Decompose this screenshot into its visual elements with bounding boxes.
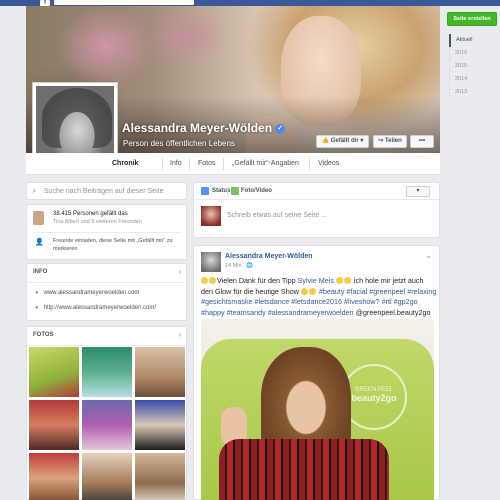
chevron-down-icon[interactable]: ⌄ [425,251,432,260]
globe-icon: 🌐 [246,263,254,269]
like-button-label: Gefällt dir [330,138,359,144]
post-as-selector[interactable]: ▾ [406,186,430,197]
likes-card: 38.415 Personen gefällt das Tina Albert … [26,204,187,260]
chevron-right-icon[interactable]: › [178,330,181,339]
post-timestamp-text: 14 Min · [225,263,247,269]
tab-likes[interactable]: „Gefällt mir“-Angaben [232,160,299,167]
page-category: Person des öffentlichen Lebens [123,139,235,148]
divider [27,345,186,346]
website-link[interactable]: ● www.alessandrameyerwoelden.com [35,290,139,296]
page-name-text: Alessandra Meyer-Wölden [122,121,273,135]
photo-thumbnail[interactable] [29,400,79,450]
smiley-emoji-icon [335,277,343,284]
photos-heading[interactable]: FOTOS [33,332,54,338]
user-avatar [201,206,221,226]
photo-thumbnail[interactable] [82,400,132,450]
verified-badge-icon: ✓ [275,123,286,134]
info-heading[interactable]: INFO [33,269,47,275]
timeline-item-2015[interactable]: 2015 [449,60,497,73]
create-page-button[interactable]: Seite erstellen [447,12,497,26]
thumbs-up-icon: 👍 [321,138,331,144]
tab-videos[interactable]: Videos [318,160,339,167]
post-photo[interactable]: GREEN PEEL beauty2go [201,319,434,500]
post-author[interactable]: Alessandra Meyer-Wölden [225,253,313,260]
chevron-right-icon[interactable]: › [178,267,181,276]
post-text: Vielen Dank für den Tipp Sylvie Meis ich… [201,276,437,318]
photo-thumbnail[interactable] [135,453,185,500]
info-card: INFO › ● www.alessandrameyerwoelden.com ●… [26,263,187,321]
page-tabs: Chronik Info Fotos „Gefällt mir“-Angaben… [26,153,440,175]
website-link-text: www.alessandrameyerwoelden.com [43,290,140,296]
tab-fotos[interactable]: Fotos [198,160,216,167]
tab-divider [189,158,190,170]
post-timestamp[interactable]: 14 Min · 🌐 [225,263,253,269]
heart-emoji-icon [201,277,208,284]
smiley-emoji-icon [343,277,351,284]
like-page-button[interactable]: 👍 Gefällt dir ▾ [316,135,369,148]
website-link[interactable]: ● http://www.alessandrameyerwoelden.com/ [35,305,156,311]
heart-emoji-icon [300,287,308,295]
share-icon: ↪ [378,138,385,144]
mention-link[interactable]: Sylvie Meis [298,276,334,285]
logo-main-text: beauty2go [351,393,397,403]
photo-thumbnail[interactable] [135,400,185,450]
post-composer: Status Foto/Video ▾ Schreib etwas auf se… [193,182,440,238]
globe-icon: ● [35,305,39,311]
timeline-item-2013[interactable]: 2013 [449,86,497,99]
search-icon: ⌕ [32,186,37,195]
photo-video-tab[interactable]: Foto/Video [241,188,272,194]
timeline-item-2014[interactable]: 2014 [449,73,497,86]
timeline-year-nav: Aktuell 2016 2015 2014 2013 [449,34,497,99]
tab-info[interactable]: Info [170,160,182,167]
photo-thumbnail[interactable] [29,347,79,397]
photos-card: FOTOS › [26,326,187,500]
heart-emoji-icon [209,277,216,284]
photo-shirt [219,439,389,500]
tab-divider [227,187,228,196]
tab-chronik[interactable]: Chronik [112,160,138,167]
post-text-part: @greenpeel.beauty2go [353,307,431,317]
likes-count[interactable]: 38.415 Personen gefällt das [53,211,128,217]
timeline-item-current[interactable]: Aktuell [449,34,497,47]
global-search-input[interactable] [54,0,194,5]
page-post-search[interactable]: ⌕ Suche nach Beiträgen auf dieser Seite [26,182,187,200]
photo-thumbnail[interactable] [82,453,132,500]
tab-divider [309,158,310,170]
timeline-item-2016[interactable]: 2016 [449,47,497,60]
divider [33,232,182,233]
invite-friends-link[interactable]: Freunde einladen, diese Seite mit „Gefäl… [53,237,183,253]
photo-grid [29,347,185,500]
friends-who-like[interactable]: Tina Albert und 9 weiteren Freunden [53,219,142,225]
camera-icon [231,187,239,195]
caret-down-icon: ▾ [358,138,364,144]
post-text-part: Vielen Dank für den Tipp [217,276,298,285]
friend-avatar[interactable] [33,211,44,225]
invite-friends-icon: 👤 [35,239,44,246]
share-button[interactable]: ↪ Teilen [373,135,407,148]
photo-thumbnail[interactable] [29,453,79,500]
pencil-icon [201,187,209,195]
photo-thumbnail[interactable] [135,347,185,397]
tab-divider [162,158,163,170]
composer-input[interactable]: Schreib etwas auf seine Seite ... [227,212,327,219]
globe-icon: ● [35,290,39,296]
divider [27,282,186,283]
more-options-button[interactable]: ••• [410,135,434,148]
heart-emoji-icon [308,287,316,295]
right-column: Seite erstellen Aktuell 2016 2015 2014 2… [445,6,500,500]
post-author-avatar[interactable] [201,252,221,272]
feed-post: Alessandra Meyer-Wölden 14 Min · 🌐 ⌄ Vie… [193,245,440,500]
photo-thumbnail[interactable] [82,347,132,397]
page-name[interactable]: Alessandra Meyer-Wölden ✓ [122,121,286,135]
tab-divider [223,158,224,170]
share-button-label: Teilen [384,138,402,144]
website-link-text: http://www.alessandrameyerwoelden.com/ [43,305,157,311]
composer-header: Status Foto/Video ▾ [194,183,439,200]
